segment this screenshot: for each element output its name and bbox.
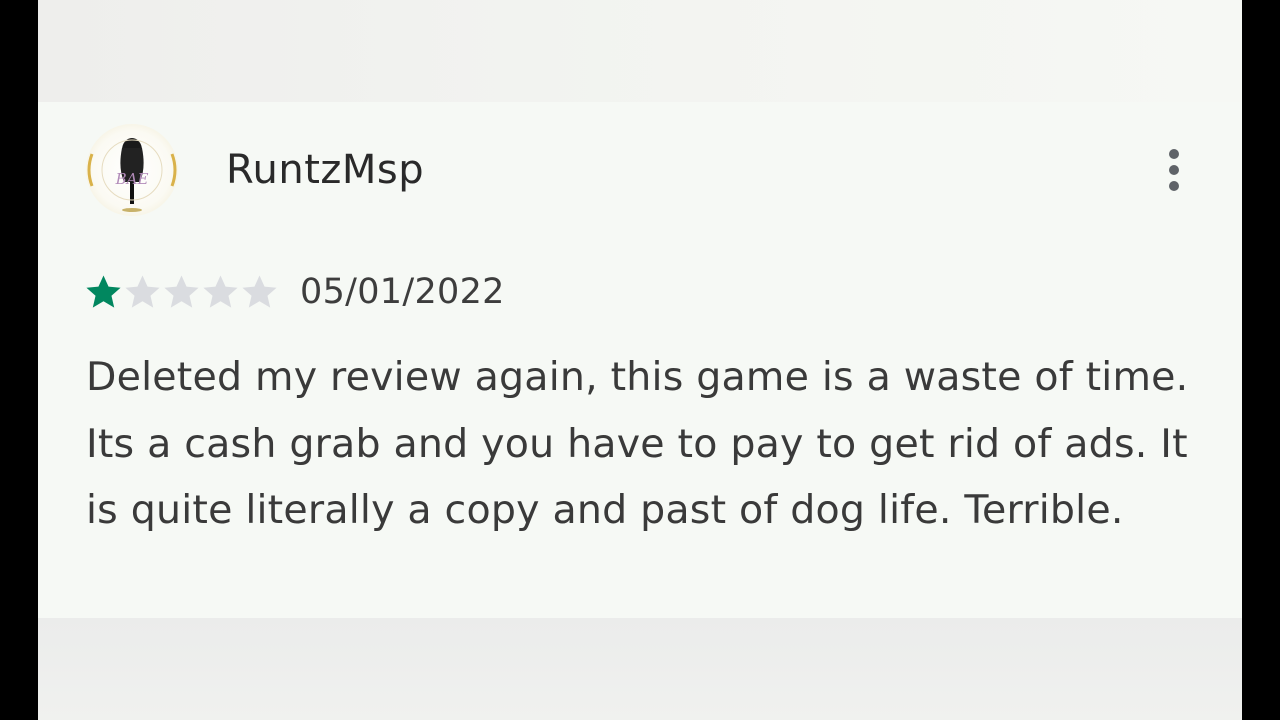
star-rating — [84, 273, 279, 312]
avatar-lettering: BAE — [115, 170, 149, 188]
review-menu-button[interactable] — [1156, 146, 1192, 194]
star-empty-icon — [162, 273, 201, 312]
review-date: 05/01/2022 — [300, 272, 505, 312]
more-vert-icon — [1169, 149, 1179, 191]
top-background — [38, 0, 1242, 102]
rating-row — [84, 272, 279, 312]
reviewer-name: RuntzMsp — [226, 147, 425, 193]
review-text: Deleted my review again, this game is a … — [86, 354, 1189, 533]
star-filled-icon — [84, 273, 123, 312]
bottom-background — [38, 618, 1242, 720]
reviewer-avatar[interactable]: BAE — [86, 124, 178, 216]
review-card: BAE RuntzMsp 05/01/2022 Deleted my revie… — [38, 102, 1242, 618]
star-empty-icon — [201, 273, 240, 312]
star-empty-icon — [240, 273, 279, 312]
avatar-image: BAE — [87, 138, 177, 212]
star-empty-icon — [123, 273, 162, 312]
screen: BAE RuntzMsp 05/01/2022 Deleted my revie… — [38, 0, 1242, 720]
